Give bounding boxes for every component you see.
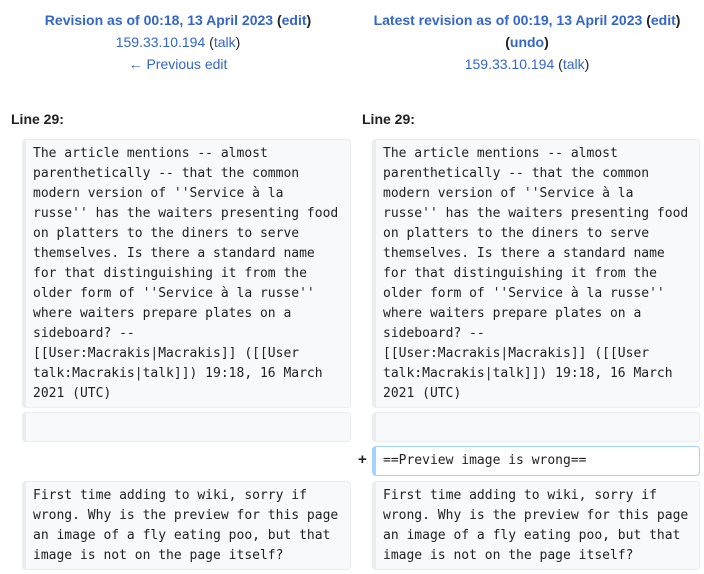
right-context-para1: The article mentions -- almost parenthet… (372, 139, 700, 408)
right-line-number: Line 29: (362, 111, 415, 127)
added-line: ==Preview image is wrong== (372, 446, 700, 476)
left-context-blank (22, 412, 351, 442)
left-revision-link[interactable]: Revision as of 00:18, 13 April 2023 (45, 12, 273, 28)
left-context-para2: First time adding to wiki, sorry if wron… (22, 481, 351, 570)
right-user-row: 159.33.10.194 (talk) (464, 56, 590, 72)
right-undo-row: (undo) (505, 34, 549, 50)
left-talk-link[interactable]: talk (214, 34, 236, 50)
left-line-number: Line 29: (11, 111, 64, 127)
right-edit-link[interactable]: edit (651, 12, 676, 28)
left-user-link[interactable]: 159.33.10.194 (116, 34, 206, 50)
right-revision-link[interactable]: Latest revision as of 00:19, 13 April 20… (374, 12, 643, 28)
previous-edit-link[interactable]: ← Previous edit (129, 56, 228, 72)
right-user-link[interactable]: 159.33.10.194 (465, 56, 555, 72)
undo-link[interactable]: undo (510, 34, 544, 50)
added-line-marker: + (358, 451, 367, 468)
left-revision-header: Revision as of 00:18, 13 April 2023 (edi… (0, 9, 356, 75)
left-revision-title-row: Revision as of 00:18, 13 April 2023 (edi… (44, 12, 312, 28)
right-context-para2: First time adding to wiki, sorry if wron… (372, 481, 700, 570)
left-context-para1: The article mentions -- almost parenthet… (22, 139, 351, 408)
left-user-row: 159.33.10.194 (talk) (115, 34, 241, 50)
left-edit-link[interactable]: edit (282, 12, 307, 28)
right-revision-title-row: Latest revision as of 00:19, 13 April 20… (373, 12, 681, 28)
right-talk-link[interactable]: talk (563, 56, 585, 72)
right-revision-header: Latest revision as of 00:19, 13 April 20… (354, 9, 700, 75)
right-context-blank (372, 412, 700, 442)
previous-edit-row: ← Previous edit (0, 53, 356, 75)
